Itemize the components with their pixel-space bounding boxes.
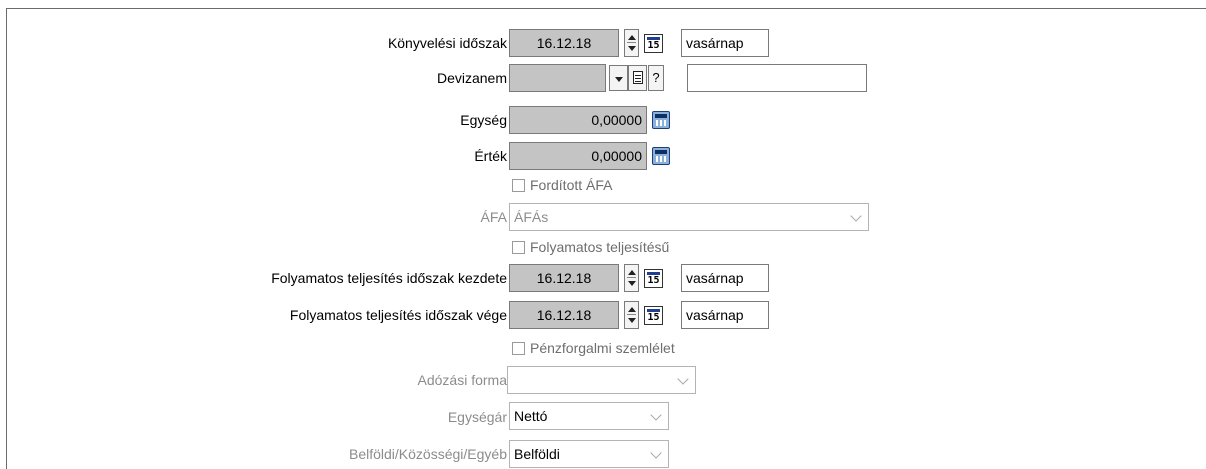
unit-field[interactable]: 0,00000: [509, 106, 647, 134]
tax-form-label: Adózási forma: [417, 372, 507, 388]
cash-basis-checkbox[interactable]: [512, 342, 525, 355]
spin-up-icon[interactable]: [628, 307, 636, 312]
period-calendar-icon[interactable]: 15: [644, 34, 663, 53]
chevron-down-icon: [850, 210, 862, 222]
currency-label: Devizanem: [436, 70, 507, 86]
spin-up-icon[interactable]: [628, 270, 636, 275]
currency-dropdown-button[interactable]: [609, 65, 628, 91]
value-calculator-icon[interactable]: [652, 147, 670, 165]
period-label: Könyvelési időszak: [387, 35, 507, 51]
value-field[interactable]: 0,00000: [509, 142, 647, 170]
unit-price-label: Egységár: [447, 409, 507, 425]
cont-end-day-field: vasárnap: [681, 301, 769, 329]
continuous-checkbox[interactable]: [512, 241, 525, 254]
document-icon: [633, 71, 643, 84]
vat-select[interactable]: ÁFÁs: [509, 203, 869, 231]
period-spin-button[interactable]: [624, 29, 639, 57]
currency-document-button[interactable]: [628, 65, 647, 91]
unit-calculator-icon[interactable]: [652, 111, 670, 129]
currency-help-button[interactable]: ?: [648, 65, 664, 91]
cont-start-label: Folyamatos teljesítés időszak kezdete: [271, 270, 507, 286]
cont-start-date-field[interactable]: 16.12.18: [509, 264, 619, 292]
tax-form-select[interactable]: [507, 366, 696, 394]
cont-end-label: Folyamatos teljesítés időszak vége: [289, 307, 507, 323]
period-day-field: vasárnap: [681, 29, 769, 57]
cont-start-calendar-icon[interactable]: 15: [644, 269, 663, 288]
value-label: Érték: [474, 148, 507, 164]
unit-label: Egység: [460, 112, 507, 128]
spin-down-icon[interactable]: [628, 281, 636, 286]
cont-start-spin-button[interactable]: [624, 264, 639, 292]
cont-end-date-field[interactable]: 16.12.18: [509, 301, 619, 329]
currency-select[interactable]: [509, 64, 606, 92]
unit-price-select-value: Nettó: [514, 408, 548, 424]
spin-up-icon[interactable]: [628, 35, 636, 40]
vat-label: ÁFA: [480, 209, 507, 225]
period-date-field[interactable]: 16.12.18: [509, 29, 619, 57]
unit-price-select[interactable]: Nettó: [509, 402, 669, 430]
domestic-label: Belföldi/Közösségi/Egyéb: [349, 446, 507, 462]
cont-end-spin-button[interactable]: [624, 301, 639, 329]
cont-start-day-field: vasárnap: [681, 264, 769, 292]
domestic-select-value: Belföldi: [514, 446, 560, 462]
spin-down-icon[interactable]: [628, 318, 636, 323]
cash-basis-label[interactable]: Pénzforgalmi szemlélet: [530, 338, 675, 358]
spin-down-icon[interactable]: [628, 46, 636, 51]
chevron-down-icon: [650, 447, 662, 459]
cont-end-calendar-icon[interactable]: 15: [644, 306, 663, 325]
chevron-down-icon: [677, 373, 689, 385]
chevron-down-icon: [650, 409, 662, 421]
reverse-vat-checkbox[interactable]: [512, 179, 525, 192]
domestic-select[interactable]: Belföldi: [509, 440, 669, 468]
reverse-vat-label[interactable]: Fordított ÁFA: [530, 175, 612, 195]
continuous-label[interactable]: Folyamatos teljesítésű: [530, 237, 669, 257]
vat-select-value: ÁFÁs: [514, 209, 549, 225]
currency-name-field[interactable]: [687, 64, 867, 92]
dropdown-arrow-icon: [615, 77, 623, 82]
